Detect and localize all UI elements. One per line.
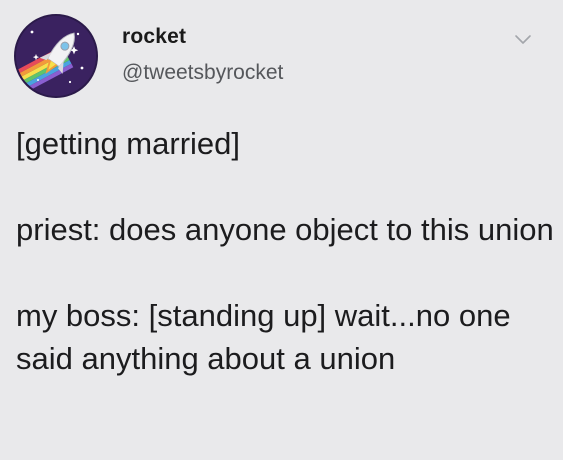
tweet-header: rocket @tweetsbyrocket: [14, 14, 549, 100]
rocket-icon: [16, 16, 96, 96]
avatar[interactable]: [14, 14, 98, 98]
chevron-down-icon[interactable]: [511, 28, 535, 52]
tweet-paragraph: priest: does anyone object to this union: [16, 212, 554, 247]
display-name[interactable]: rocket: [122, 24, 283, 50]
tweet-paragraph: [getting married]: [16, 126, 240, 161]
user-handle[interactable]: @tweetsbyrocket: [122, 60, 283, 86]
user-info: rocket @tweetsbyrocket: [122, 24, 283, 86]
tweet-paragraph: my boss: [standing up] wait...no one sai…: [16, 298, 511, 376]
tweet-text: [getting married] priest: does anyone ob…: [16, 122, 556, 380]
tweet-card: rocket @tweetsbyrocket [getting married]…: [0, 0, 563, 460]
